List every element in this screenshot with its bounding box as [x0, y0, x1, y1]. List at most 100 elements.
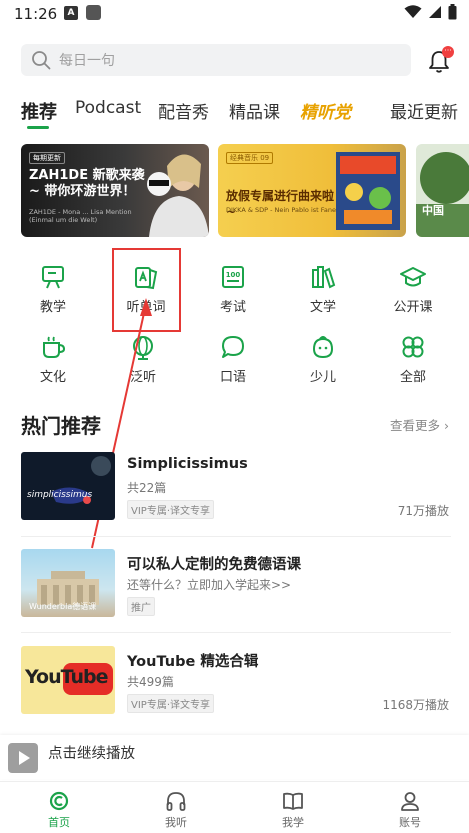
tab-recommend[interactable]: 推荐 — [21, 98, 57, 124]
status-time: 11:26 — [14, 5, 58, 23]
notification-square-icon — [86, 5, 101, 20]
search-placeholder: 每日一句 — [59, 53, 115, 69]
search-icon — [31, 50, 51, 70]
bottom-nav: 首页 我听 我学 账号 — [0, 781, 469, 833]
svg-text:100: 100 — [226, 271, 241, 279]
category-open-course[interactable]: 公开课 — [381, 264, 445, 328]
search-input[interactable]: 每日一句 — [21, 44, 411, 76]
item-title: Simplicissimus — [127, 456, 248, 472]
hot-recommend-header: 热门推荐 查看更多 › — [21, 410, 449, 438]
tab-intensive-listening[interactable]: 精听党 — [300, 98, 351, 123]
nav-listen[interactable]: 我听 — [146, 790, 206, 830]
nav-label: 账号 — [399, 816, 421, 829]
banner-label: 中国 — [422, 204, 444, 217]
section-title: 热门推荐 — [21, 414, 101, 438]
tab-podcast[interactable]: Podcast — [75, 98, 141, 118]
item-count: 共499篇 — [127, 675, 174, 689]
category-tabs: 推荐 Podcast 配音秀 精品课 精听党 最近更新 — [0, 92, 469, 132]
chat-bubble-icon — [222, 336, 244, 358]
item-subtitle: 还等什么？立即加入学起来>> — [127, 578, 292, 592]
thumbnail-text: YouTube — [25, 666, 108, 688]
user-icon — [401, 792, 419, 811]
category-literature[interactable]: 文学 — [291, 264, 355, 328]
item-title: 可以私人定制的免费德语课 — [127, 557, 301, 573]
banner-tag: 经典音乐 09 — [226, 152, 274, 164]
nav-label: 我听 — [165, 816, 187, 829]
open-book-icon — [283, 792, 303, 810]
nav-home[interactable]: 首页 — [29, 790, 89, 830]
item-title: YouTube 精选合辑 — [127, 654, 259, 670]
tab-dubbing[interactable]: 配音秀 — [158, 98, 209, 123]
mini-player[interactable]: 点击继续播放 — [0, 735, 469, 779]
notification-bell-button[interactable]: ··· — [428, 46, 454, 74]
graduation-cap-icon — [400, 267, 426, 287]
list-item[interactable]: YouTube YouTube 精选合辑 共499篇 VIP专属·译文专享 11… — [21, 646, 451, 716]
item-thumbnail: Wunderbla德语课 — [21, 549, 115, 617]
vip-tag: VIP专属·译文专享 — [127, 500, 214, 519]
banner-title: ZAH1DE 新歌来袭~ 带你环游世界！ — [29, 168, 145, 199]
banner-circle-image — [416, 152, 469, 237]
status-bar: 11:26 A — [0, 0, 469, 28]
see-more-link[interactable]: 查看更多 › — [390, 415, 449, 434]
banner-carousel: 每期更新 ZAH1DE 新歌来袭~ 带你环游世界！ ZAH1DE - Mona … — [0, 144, 469, 238]
nav-label: 我学 — [282, 816, 304, 829]
banner-zah1de[interactable]: 每期更新 ZAH1DE 新歌来袭~ 带你环游世界！ ZAH1DE - Mona … — [21, 144, 209, 237]
item-plays: 1168万播放 — [382, 698, 449, 712]
category-all[interactable]: 全部 — [381, 334, 445, 398]
category-label: 公开课 — [393, 300, 433, 315]
wifi-icon — [404, 5, 422, 18]
annotation-highlight-box — [112, 248, 181, 332]
category-label: 文学 — [309, 300, 336, 315]
category-label: 少儿 — [309, 370, 336, 385]
category-extensive-listening[interactable]: 泛听 — [111, 334, 175, 398]
category-label: 考试 — [219, 300, 246, 315]
thumbnail-text: simplicissimus — [27, 490, 93, 500]
banner-subtitle: DIKKA & SDP - Nein Pablo ist Fanen — [226, 206, 341, 214]
vip-tag: VIP专属·译文专享 — [127, 694, 214, 713]
list-item[interactable]: simplicissimus Simplicissimus 共22篇 VIP专属… — [21, 452, 451, 522]
banner-title: 放假专属进行曲来啦~ — [226, 189, 335, 219]
item-thumbnail: simplicissimus — [21, 452, 115, 520]
category-speaking[interactable]: 口语 — [201, 334, 265, 398]
see-more-label: 查看更多 — [390, 418, 441, 433]
battery-icon — [448, 4, 457, 20]
nav-learn[interactable]: 我学 — [263, 790, 323, 830]
category-label: 文化 — [39, 370, 66, 385]
notification-badge: ··· — [442, 46, 454, 58]
signal-icon — [429, 6, 441, 18]
category-label: 口语 — [219, 370, 246, 385]
category-exam[interactable]: 100 考试 — [201, 264, 265, 328]
headphones-icon — [166, 792, 186, 811]
item-count: 共22篇 — [127, 481, 167, 495]
nav-account[interactable]: 账号 — [380, 790, 440, 830]
divider — [21, 632, 451, 633]
banner-album-art — [336, 152, 400, 230]
thumbnail-text: Wunderbla德语课 — [29, 602, 97, 611]
category-culture[interactable]: 文化 — [21, 334, 85, 398]
banner-holiday-march[interactable]: 经典音乐 09 放假专属进行曲来啦~ DIKKA & SDP - Nein Pa… — [218, 144, 406, 237]
banner-subtitle: ZAH1DE - Mona ... Lisa Mention (Einmal u… — [29, 208, 132, 224]
continue-play-text: 点击继续播放 — [48, 746, 135, 762]
clover-icon — [402, 336, 424, 358]
category-label: 教学 — [39, 300, 66, 315]
ad-tag: 推广 — [127, 597, 155, 616]
tab-premium-courses[interactable]: 精品课 — [229, 98, 280, 123]
category-teaching[interactable]: 教学 — [21, 264, 85, 328]
exam-100-icon: 100 — [222, 266, 244, 288]
teaching-icon — [42, 266, 64, 289]
notification-a-icon: A — [64, 6, 78, 20]
category-label: 全部 — [399, 370, 426, 385]
nav-label: 首页 — [48, 816, 70, 829]
item-thumbnail: YouTube — [21, 646, 115, 714]
tab-recent-updates[interactable]: 最近更新 — [390, 98, 458, 123]
play-icon[interactable] — [8, 743, 38, 773]
status-icons — [404, 4, 457, 20]
item-plays: 71万播放 — [397, 504, 449, 518]
list-item-ad[interactable]: Wunderbla德语课 可以私人定制的免费德语课 还等什么？立即加入学起来>>… — [21, 549, 451, 619]
category-children[interactable]: 少儿 — [291, 334, 355, 398]
active-tab-indicator — [27, 126, 49, 129]
search-row: 每日一句 ··· — [0, 40, 469, 80]
banner-artist-image — [147, 154, 209, 237]
divider — [21, 536, 451, 537]
banner-partial[interactable]: 中国 — [416, 144, 469, 237]
